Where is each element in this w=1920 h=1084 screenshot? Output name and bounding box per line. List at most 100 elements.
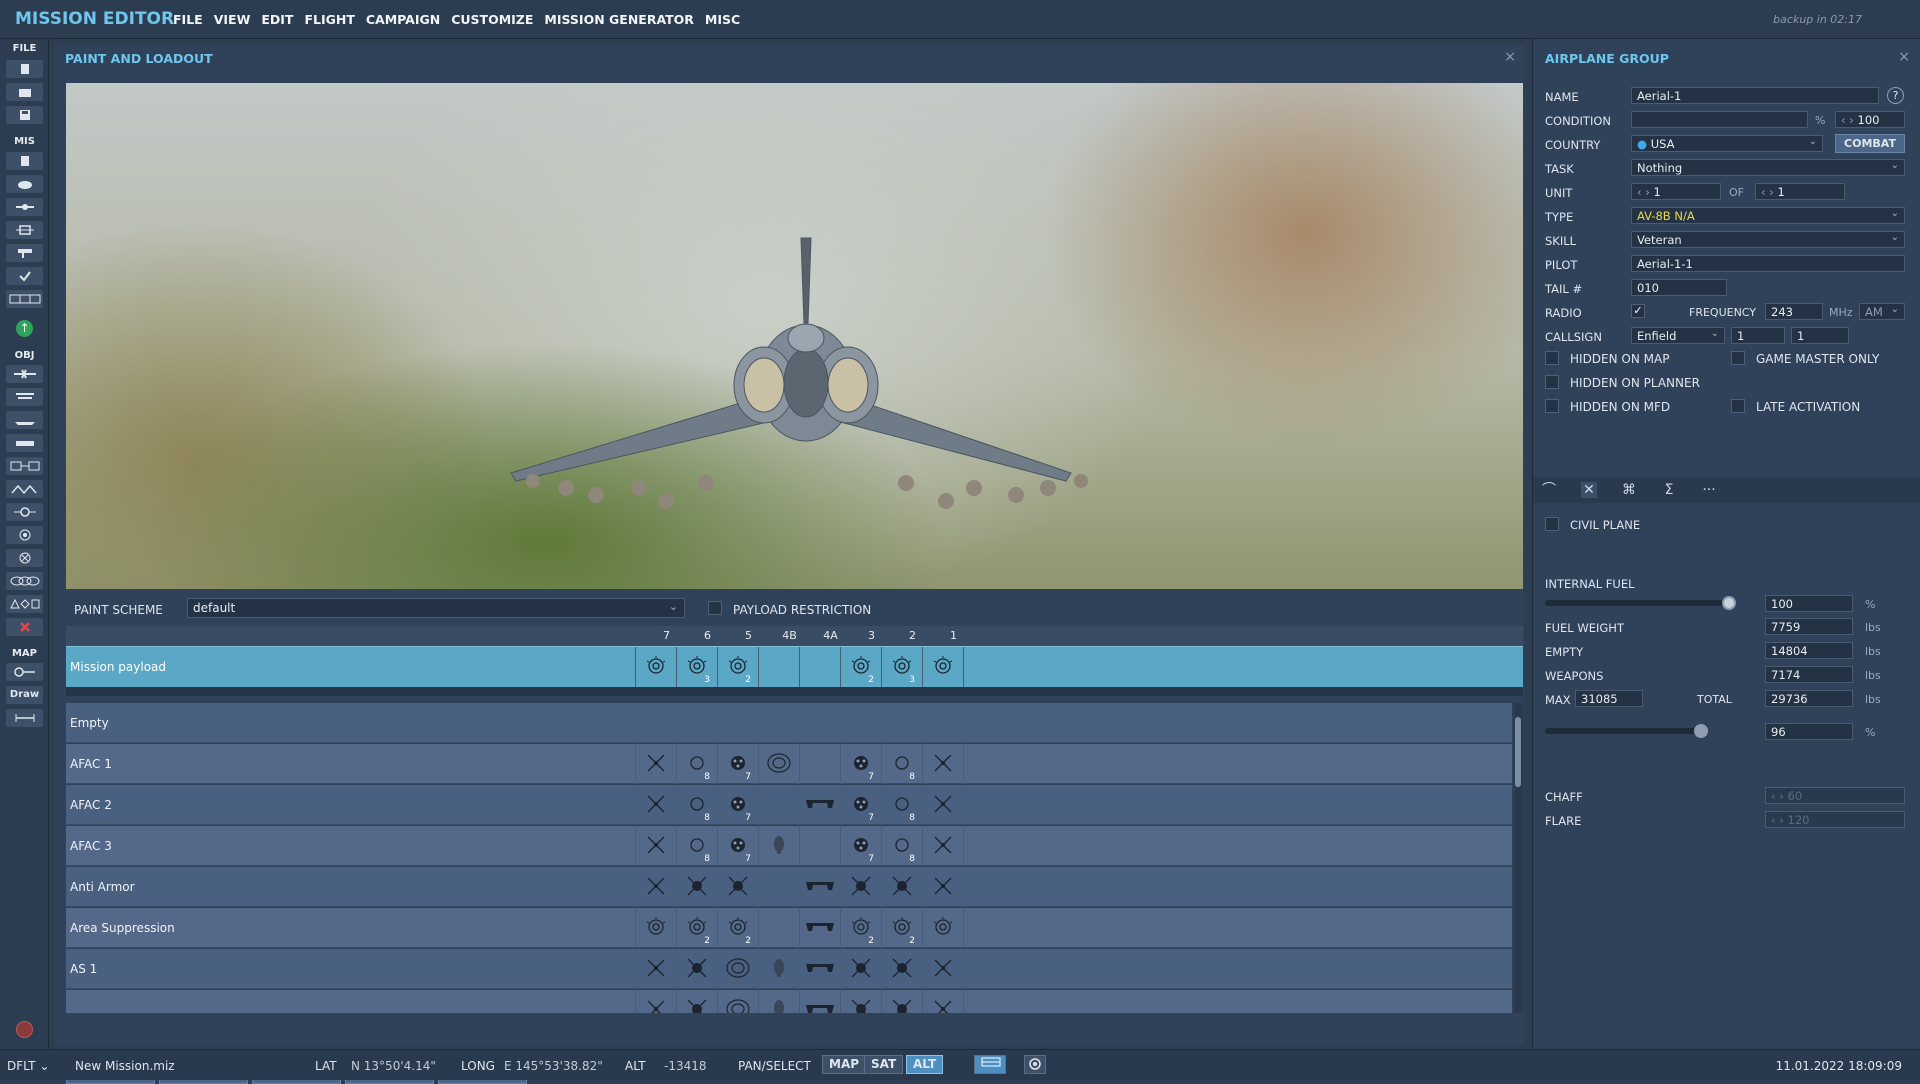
check-button[interactable] [6, 267, 43, 285]
ruler-button[interactable] [6, 709, 43, 727]
station-cell[interactable] [922, 647, 963, 687]
add-initial-point-button[interactable] [6, 549, 43, 567]
add-vehicle-button[interactable] [6, 434, 43, 452]
menu-mission-generator[interactable]: MISSION GENERATOR [544, 12, 694, 27]
station-cell[interactable]: 2 [717, 908, 758, 948]
station-cell[interactable] [676, 703, 717, 743]
station-cell[interactable]: 3 [881, 647, 922, 687]
record-icon[interactable] [16, 1021, 33, 1038]
station-cell[interactable] [758, 949, 799, 989]
station-cell[interactable] [922, 867, 963, 907]
combat-button[interactable]: COMBAT [1835, 134, 1905, 153]
condition-bar[interactable] [1631, 111, 1808, 128]
menu-customize[interactable]: CUSTOMIZE [451, 12, 533, 27]
sat-view-button[interactable]: SAT [864, 1055, 904, 1074]
station-cell[interactable] [881, 867, 922, 907]
map-options-button[interactable] [6, 663, 43, 681]
station-cell[interactable] [799, 744, 840, 784]
loadout-row[interactable]: AFAC 3 8 7 7 8 [66, 826, 1512, 866]
profile-select[interactable]: DFLT ⌄ [7, 1059, 49, 1073]
station-cell[interactable]: 2 [840, 647, 881, 687]
late-activation-checkbox[interactable] [1731, 399, 1745, 413]
station-cell[interactable] [717, 867, 758, 907]
add-static-button[interactable] [6, 457, 43, 475]
station-cell[interactable]: 8 [881, 826, 922, 866]
new-file-button[interactable] [6, 60, 43, 78]
tail-input[interactable]: 010 [1631, 279, 1727, 296]
menu-flight[interactable]: FLIGHT [304, 12, 354, 27]
station-cell[interactable] [758, 867, 799, 907]
menu-misc[interactable]: MISC [705, 12, 740, 27]
close-icon[interactable]: × [1504, 49, 1516, 65]
station-cell[interactable] [758, 908, 799, 948]
station-cell[interactable] [635, 703, 676, 743]
add-group-button[interactable] [6, 572, 43, 590]
pilot-input[interactable]: Aerial-1-1 [1631, 255, 1905, 272]
loadout-scrollbar[interactable] [1514, 703, 1523, 1013]
add-helicopter-button[interactable] [6, 388, 43, 406]
station-cell[interactable] [922, 826, 963, 866]
draw-button[interactable]: Draw [6, 686, 43, 704]
chaff-spinner[interactable]: ‹ › 60 [1765, 787, 1905, 804]
save-file-button[interactable] [6, 106, 43, 124]
unit-spinner[interactable]: ‹ › 1 [1631, 183, 1721, 200]
loadout-row[interactable]: AS 1 [66, 949, 1512, 989]
station-cell[interactable] [635, 744, 676, 784]
map-settings-button[interactable] [1024, 1055, 1046, 1074]
loadout-row[interactable]: AFAC 2 8 7 7 8 [66, 785, 1512, 825]
loadout-row[interactable]: Empty [66, 703, 1512, 743]
actions-tab-icon[interactable]: ⌘ [1621, 482, 1637, 498]
failures-button[interactable] [6, 221, 43, 239]
close-icon[interactable]: × [1898, 49, 1910, 65]
menu-edit[interactable]: EDIT [261, 12, 293, 27]
open-file-button[interactable] [6, 83, 43, 101]
station-cell[interactable] [758, 647, 799, 687]
menu-view[interactable]: VIEW [214, 12, 251, 27]
station-cell[interactable] [676, 990, 717, 1013]
internal-fuel-slider-knob[interactable] [1722, 596, 1736, 610]
menu-file[interactable]: FILE [173, 12, 203, 27]
station-cell[interactable] [676, 867, 717, 907]
game-master-only-checkbox[interactable] [1731, 351, 1745, 365]
station-cell[interactable]: 2 [881, 908, 922, 948]
radio-checkbox[interactable]: ✓ [1631, 304, 1645, 318]
station-cell[interactable]: 3 [676, 647, 717, 687]
station-cell[interactable] [676, 949, 717, 989]
station-cell[interactable] [881, 949, 922, 989]
callsign-select[interactable]: Enfield ⌄ [1631, 327, 1725, 344]
add-target-button[interactable] [6, 526, 43, 544]
station-cell[interactable]: 7 [717, 826, 758, 866]
station-cell[interactable] [840, 949, 881, 989]
add-shapes-button[interactable] [6, 595, 43, 613]
station-cell[interactable]: 7 [840, 826, 881, 866]
frequency-input[interactable]: 243 [1765, 303, 1823, 320]
scrollbar-thumb[interactable] [1515, 717, 1521, 787]
more-tab-icon[interactable]: ··· [1701, 482, 1717, 498]
station-cell[interactable] [717, 949, 758, 989]
station-cell[interactable] [758, 703, 799, 743]
help-icon[interactable]: ? [1887, 87, 1904, 104]
station-cell[interactable]: 8 [676, 744, 717, 784]
internal-fuel-input[interactable]: 100 [1765, 595, 1853, 612]
station-cell[interactable]: 7 [717, 785, 758, 825]
loadout-row[interactable]: Anti Armor [66, 867, 1512, 907]
station-cell[interactable] [799, 785, 840, 825]
station-cell[interactable] [922, 785, 963, 825]
station-cell[interactable] [717, 703, 758, 743]
callsign-number-1[interactable]: 1 [1731, 327, 1785, 344]
station-cell[interactable] [840, 703, 881, 743]
loadout-row[interactable]: AFAC 1 8 7 7 8 [66, 744, 1512, 784]
menu-campaign[interactable]: CAMPAIGN [366, 12, 440, 27]
station-cell[interactable] [799, 867, 840, 907]
station-cell[interactable] [717, 990, 758, 1013]
add-ship-button[interactable] [6, 411, 43, 429]
station-cell[interactable]: 8 [881, 785, 922, 825]
station-cell[interactable] [758, 785, 799, 825]
internal-fuel-slider[interactable] [1545, 600, 1729, 606]
condition-spinner[interactable]: ‹ › 100 [1835, 111, 1905, 128]
loadout-tab-icon[interactable]: ✕ [1581, 482, 1597, 498]
add-navpoint-button[interactable] [6, 503, 43, 521]
modulation-select[interactable]: AM ⌄ [1859, 303, 1905, 320]
station-cell[interactable] [758, 744, 799, 784]
triggers-button[interactable] [6, 198, 43, 216]
